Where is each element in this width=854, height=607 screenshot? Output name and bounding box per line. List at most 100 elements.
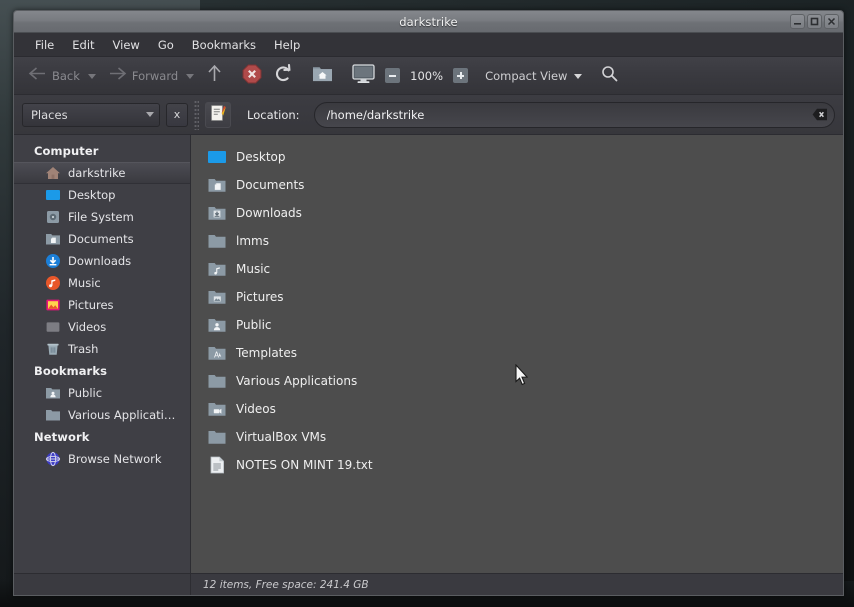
file-row[interactable]: Videos (199, 395, 843, 423)
sidebar-item-music[interactable]: Music (14, 272, 190, 294)
home-folder-icon (312, 64, 333, 87)
file-name: Videos (236, 402, 276, 416)
sidebar-item-trash[interactable]: Trash (14, 338, 190, 360)
sidebar-group-bookmarks-header: Bookmarks (34, 364, 108, 378)
navigation-toolbar: Back Forward 100% Compact View (14, 57, 843, 95)
close-sidebar-button[interactable]: x (166, 102, 188, 127)
file-row[interactable]: Documents (199, 171, 843, 199)
minimize-button[interactable] (790, 14, 805, 29)
sidebar-item-desktop[interactable]: Desktop (14, 184, 190, 206)
sidebar-item-label: Trash (68, 342, 99, 356)
sidebar-item-label: Desktop (68, 188, 116, 202)
back-button[interactable]: Back (22, 62, 86, 90)
file-name: lmms (236, 234, 269, 248)
folder-icon (207, 371, 227, 391)
display-settings-button[interactable] (346, 62, 381, 90)
chevron-down-icon (574, 74, 583, 79)
zoom-in-button[interactable] (449, 62, 472, 90)
statusbar-sidebar-section (14, 574, 191, 595)
file-row[interactable]: VirtualBox VMs (199, 423, 843, 451)
folder-documents-icon (45, 231, 61, 247)
back-history-dropdown[interactable] (86, 62, 102, 90)
location-input-wrapper[interactable] (313, 101, 835, 128)
statusbar: 12 items, Free space: 241.4 GB (14, 573, 843, 595)
folder-icon (207, 231, 227, 251)
search-icon (601, 65, 618, 86)
sidebar-item-public[interactable]: Public (14, 382, 190, 404)
menu-view[interactable]: View (104, 36, 149, 54)
music-icon (45, 275, 61, 291)
svg-text:A: A (214, 350, 220, 359)
file-row[interactable]: Public (199, 311, 843, 339)
arrow-right-icon (108, 66, 127, 85)
sidebar-view-selector[interactable]: Places (22, 102, 160, 127)
folder-videos-icon (45, 319, 61, 335)
file-row[interactable]: A Templates (199, 339, 843, 367)
forward-history-dropdown[interactable] (184, 62, 200, 90)
window-titlebar: darkstrike (14, 11, 843, 33)
sidebar-item-downloads[interactable]: Downloads (14, 250, 190, 272)
file-list-view[interactable]: Desktop Documents Downloads lmms Music P… (191, 135, 843, 573)
window-body: Computer darkstrike Desktop File System … (14, 135, 843, 573)
chevron-down-icon (87, 74, 96, 79)
location-label: Location: (247, 107, 300, 122)
sidebar-item-various-applications[interactable]: Various Applicati… (14, 404, 190, 426)
view-mode-dropdown[interactable]: Compact View (479, 62, 588, 90)
sidebar-item-darkstrike[interactable]: darkstrike (14, 162, 190, 184)
sidebar-item-label: Downloads (68, 254, 132, 268)
home-button[interactable] (306, 62, 339, 90)
file-row[interactable]: Music (199, 255, 843, 283)
sidebar-item-label: Music (68, 276, 101, 290)
folder-icon (207, 427, 227, 447)
file-name: Pictures (236, 290, 284, 304)
reload-button[interactable] (268, 62, 299, 90)
file-name: Music (236, 262, 271, 276)
drive-icon (45, 209, 61, 225)
menu-help[interactable]: Help (265, 36, 309, 54)
zoom-out-button[interactable] (381, 62, 404, 90)
downloads-icon (45, 253, 61, 269)
menu-file[interactable]: File (26, 36, 63, 54)
folder-icon (45, 407, 61, 423)
maximize-button[interactable] (807, 14, 822, 29)
folder-public-icon (45, 385, 61, 401)
file-row[interactable]: Desktop (199, 143, 843, 171)
pane-splitter-handle[interactable] (194, 99, 199, 130)
toggle-location-entry-button[interactable] (205, 101, 231, 128)
file-name: VirtualBox VMs (236, 430, 327, 444)
menu-bookmarks[interactable]: Bookmarks (183, 36, 265, 54)
file-row[interactable]: Pictures (199, 283, 843, 311)
sidebar-item-videos[interactable]: Videos (14, 316, 190, 338)
location-bar-row: Places x Location: (14, 95, 843, 135)
sidebar-item-pictures[interactable]: Pictures (14, 294, 190, 316)
zoom-out-icon (385, 68, 401, 83)
file-row[interactable]: lmms (199, 227, 843, 255)
close-button[interactable] (824, 14, 839, 29)
file-row[interactable]: Various Applications (199, 367, 843, 395)
desktop-icon (45, 187, 61, 203)
search-button[interactable] (595, 62, 624, 90)
window-title: darkstrike (399, 14, 458, 29)
forward-label: Forward (131, 68, 179, 83)
menubar: File Edit View Go Bookmarks Help (14, 33, 843, 57)
sidebar-item-browse-network[interactable]: Browse Network (14, 448, 190, 470)
stop-button[interactable] (236, 62, 268, 90)
folder-documents-icon (207, 175, 227, 195)
file-name: Various Applications (236, 374, 358, 388)
file-row[interactable]: NOTES ON MINT 19.txt (199, 451, 843, 479)
location-input[interactable] (326, 107, 812, 122)
chevron-down-icon (186, 74, 195, 79)
up-button[interactable] (200, 62, 229, 90)
folder-templates-icon: A (207, 343, 227, 363)
menu-go[interactable]: Go (149, 36, 183, 54)
zoom-in-icon (453, 68, 469, 83)
monitor-icon (352, 63, 375, 88)
menu-edit[interactable]: Edit (63, 36, 103, 54)
sidebar-item-file-system[interactable]: File System (14, 206, 190, 228)
sidebar-item-documents[interactable]: Documents (14, 228, 190, 250)
forward-button[interactable]: Forward (102, 62, 184, 90)
reload-icon (274, 63, 293, 87)
sidebar-item-label: Browse Network (68, 452, 162, 466)
clear-location-button[interactable] (812, 108, 828, 121)
file-row[interactable]: Downloads (199, 199, 843, 227)
